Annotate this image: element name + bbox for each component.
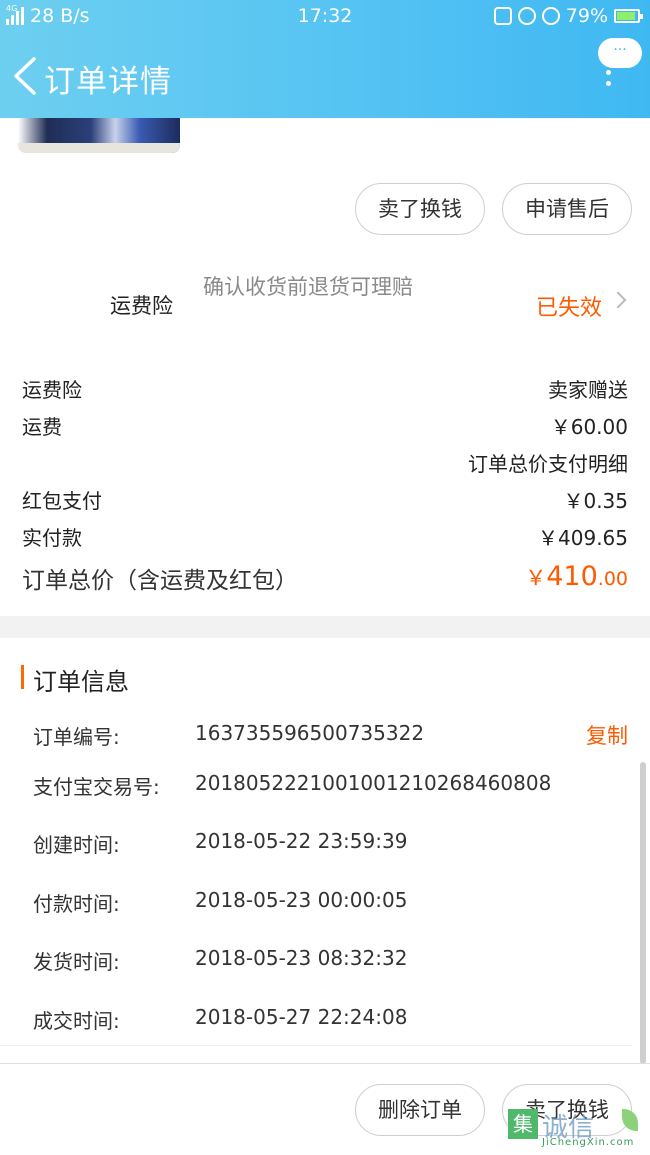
lock-rotation-icon (517, 7, 536, 25)
info-value: 163735596500735322 (195, 721, 425, 745)
alarm-icon (541, 7, 560, 25)
info-value: 2018-05-22 23:59:39 (195, 829, 408, 853)
more-menu-button[interactable]: ··· (598, 38, 642, 68)
fee-label: 运费 (22, 415, 62, 439)
price-decimal: .00 (597, 568, 628, 590)
payment-detail-link[interactable]: 订单总价支付明细 (468, 448, 628, 477)
fee-value: 卖家赠送 (548, 378, 628, 402)
leaf-icon (622, 1109, 638, 1131)
scrollbar[interactable] (640, 762, 646, 1064)
fee-value: ￥60.00 (550, 415, 628, 439)
divider (0, 1063, 650, 1064)
divider (0, 1045, 632, 1046)
watermark-sub: JiChengXin.com (542, 1137, 635, 1148)
fee-value: ￥0.35 (563, 489, 628, 513)
info-row-payment-time: 付款时间: 2018-05-23 00:00:05 (33, 888, 633, 918)
fee-row: 红包支付 ￥0.35 (22, 485, 628, 515)
price-currency: ￥ (525, 566, 547, 590)
fee-row: 运费险 卖家赠送 (22, 374, 628, 404)
info-row-created-time: 创建时间: 2018-05-22 23:59:39 (33, 829, 633, 859)
watermark-glyph: 集 (508, 1109, 538, 1139)
battery-percent: 79% (565, 5, 608, 27)
status-bar: 4G 28 B/s 17:32 79% (0, 0, 650, 34)
fee-label: 红包支付 (22, 489, 102, 513)
insurance-description: 确认收货前退货可理赔 (203, 275, 413, 299)
info-row-shipping-time: 发货时间: 2018-05-23 08:32:32 (33, 946, 633, 976)
more-dots-icon[interactable] (606, 70, 612, 92)
section-accent-bar (21, 665, 24, 689)
price-integer: 410 (546, 561, 598, 592)
fee-row: 运费 ￥60.00 (22, 411, 628, 441)
watermark-logo: 集 诚信 JiChengXin.com (508, 1103, 638, 1151)
delete-order-button[interactable]: 删除订单 (355, 1084, 485, 1136)
fee-value: ￥409.65 (538, 526, 628, 550)
sell-for-cash-button[interactable]: 卖了换钱 (355, 183, 485, 235)
order-total-label: 订单总价（含运费及红包） (22, 568, 298, 594)
insurance-label: 运费险 (110, 294, 173, 318)
apply-after-sale-button[interactable]: 申请售后 (502, 183, 632, 235)
copy-order-number-button[interactable]: 复制 (586, 720, 628, 750)
payment-detail-link-row: 订单总价支付明细 (22, 448, 628, 478)
info-value: 2018052221001001210268460808 (195, 771, 552, 795)
info-label: 创建时间: (33, 833, 120, 857)
info-label: 成交时间: (33, 1009, 120, 1033)
info-value: 2018-05-23 08:32:32 (195, 946, 408, 970)
app-header: 4G 28 B/s 17:32 79% 订单详情 ··· (0, 0, 650, 118)
info-row-deal-time: 成交时间: 2018-05-27 22:24:08 (33, 1005, 633, 1035)
info-label: 发货时间: (33, 950, 120, 974)
info-value: 2018-05-23 00:00:05 (195, 888, 408, 912)
order-total-price: ￥410.00 (525, 561, 628, 592)
chevron-left-icon (14, 57, 36, 95)
status-right: 79% (493, 5, 643, 27)
chevron-right-icon (609, 291, 627, 309)
info-label: 支付宝交易号: (33, 775, 160, 799)
info-label: 付款时间: (33, 892, 120, 916)
order-info-title: 订单信息 (33, 668, 129, 696)
fee-label: 实付款 (22, 526, 82, 550)
fee-label: 运费险 (22, 378, 82, 402)
info-row-alipay-trade-number: 支付宝交易号: 2018052221001001210268460808 (33, 771, 633, 801)
page-title: 订单详情 (44, 64, 172, 100)
section-divider (0, 616, 650, 638)
vibrate-icon (493, 7, 512, 25)
battery-icon (614, 9, 643, 23)
insurance-status: 已失效 (535, 296, 602, 321)
info-value: 2018-05-27 22:24:08 (195, 1005, 408, 1029)
back-button[interactable] (10, 56, 40, 96)
info-label: 订单编号: (33, 725, 120, 749)
order-total-row: 订单总价（含运费及红包） ￥410.00 (22, 561, 628, 597)
product-thumbnail[interactable] (18, 118, 180, 153)
shipping-insurance-row[interactable]: 运费险 确认收货前退货可理赔 已失效 (0, 262, 650, 342)
info-row-order-number: 订单编号: 163735596500735322 (33, 721, 633, 751)
fee-row: 实付款 ￥409.65 (22, 522, 628, 552)
